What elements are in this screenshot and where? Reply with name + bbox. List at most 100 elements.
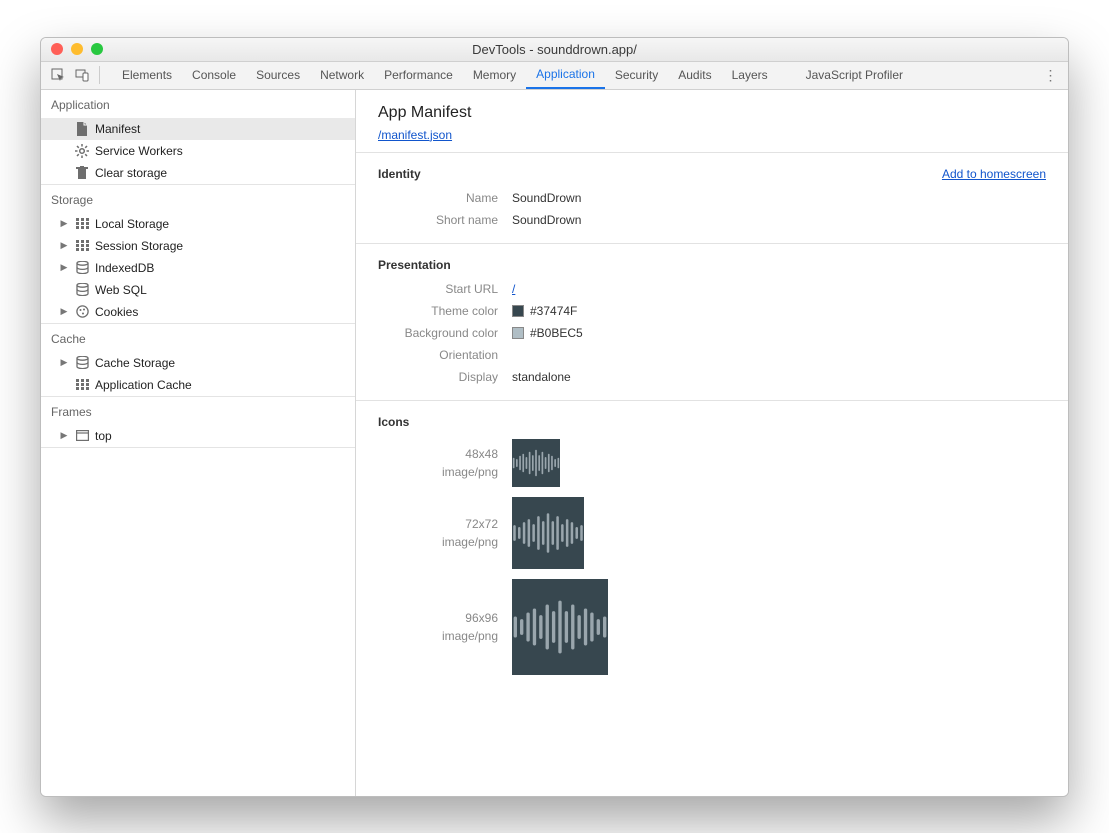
file-icon (75, 122, 89, 136)
icons-section: Icons 48x48image/png72x72image/png96x96i… (356, 400, 1068, 693)
display-value: standalone (512, 370, 571, 384)
icon-size: 72x72 (378, 515, 498, 533)
chevron-right-icon[interactable]: ▶ (59, 240, 69, 251)
manifest-icon-row: 48x48image/png (378, 439, 1046, 487)
sidebar-item-local-storage[interactable]: ▶ Local Storage (41, 213, 355, 235)
icon-meta: 96x96image/png (378, 609, 498, 645)
tab-security[interactable]: Security (605, 61, 668, 89)
bg-color-value: #B0BEC5 (530, 326, 583, 340)
theme-color-value: #37474F (530, 304, 577, 318)
gear-icon (75, 144, 89, 158)
sidebar-item-label: Session Storage (95, 239, 183, 253)
minimize-window-button[interactable] (71, 43, 83, 55)
app-icon-48 (512, 439, 560, 487)
starturl-value[interactable]: / (512, 282, 515, 296)
presentation-header: Presentation (378, 258, 451, 272)
chevron-right-icon[interactable]: ▶ (59, 306, 69, 317)
sidebar-item-label: Web SQL (95, 283, 147, 297)
db-icon (75, 283, 89, 297)
icon-size: 96x96 (378, 609, 498, 627)
sidebar-item-label: Manifest (95, 122, 140, 136)
icon-meta: 48x48image/png (378, 445, 498, 481)
devtools-toolbar: ElementsConsoleSourcesNetworkPerformance… (41, 62, 1068, 90)
titlebar: DevTools - sounddrown.app/ (41, 38, 1068, 62)
sidebar-section-cache: Cache (41, 324, 355, 352)
devtools-window: DevTools - sounddrown.app/ ElementsConso… (40, 37, 1069, 797)
trash-icon (75, 166, 89, 180)
theme-color-swatch (512, 305, 524, 317)
sidebar-item-top[interactable]: ▶top (41, 425, 355, 447)
sidebar-item-session-storage[interactable]: ▶ Session Storage (41, 235, 355, 257)
display-label: Display (378, 370, 498, 384)
name-value: SoundDrown (512, 191, 581, 205)
sidebar-item-label: Local Storage (95, 217, 169, 231)
sidebar-section-application: Application (41, 90, 355, 118)
bg-color-swatch (512, 327, 524, 339)
sidebar-item-cache-storage[interactable]: ▶ Cache Storage (41, 352, 355, 374)
inspect-element-icon[interactable] (47, 64, 69, 86)
page-title: App Manifest (378, 104, 1046, 122)
tab-sources[interactable]: Sources (246, 61, 310, 89)
grid-icon (75, 217, 89, 231)
tab-network[interactable]: Network (310, 61, 374, 89)
application-sidebar: Application▶Manifest▶Service Workers▶Cle… (41, 90, 356, 796)
db-icon (75, 356, 89, 370)
db-icon (75, 261, 89, 275)
tab-application[interactable]: Application (526, 61, 605, 89)
chevron-right-icon[interactable]: ▶ (59, 430, 69, 441)
icon-mime: image/png (378, 627, 498, 645)
chevron-right-icon[interactable]: ▶ (59, 357, 69, 368)
manifest-json-link[interactable]: /manifest.json (378, 128, 452, 142)
sidebar-item-indexeddb[interactable]: ▶ IndexedDB (41, 257, 355, 279)
identity-header: Identity (378, 167, 421, 181)
shortname-value: SoundDrown (512, 213, 581, 227)
sidebar-item-cookies[interactable]: ▶ Cookies (41, 301, 355, 323)
sidebar-item-label: Cache Storage (95, 356, 175, 370)
frame-icon (75, 429, 89, 443)
icon-mime: image/png (378, 463, 498, 481)
sidebar-item-application-cache[interactable]: ▶Application Cache (41, 374, 355, 396)
sidebar-item-label: IndexedDB (95, 261, 154, 275)
tab-audits[interactable]: Audits (668, 61, 721, 89)
toggle-device-icon[interactable] (71, 64, 93, 86)
close-window-button[interactable] (51, 43, 63, 55)
manifest-panel: App Manifest /manifest.json Identity Add… (356, 90, 1068, 796)
traffic-lights (41, 43, 103, 55)
shortname-label: Short name (378, 213, 498, 227)
sidebar-item-label: Cookies (95, 305, 138, 319)
icons-header: Icons (378, 415, 409, 429)
cookie-icon (75, 305, 89, 319)
icon-meta: 72x72image/png (378, 515, 498, 551)
manifest-icon-row: 72x72image/png (378, 497, 1046, 569)
maximize-window-button[interactable] (91, 43, 103, 55)
sidebar-item-label: Application Cache (95, 378, 192, 392)
manifest-header: App Manifest /manifest.json (356, 90, 1068, 152)
tab-performance[interactable]: Performance (374, 61, 463, 89)
app-icon-72 (512, 497, 584, 569)
grid-icon (75, 378, 89, 392)
chevron-right-icon[interactable]: ▶ (59, 218, 69, 229)
sidebar-section-storage: Storage (41, 185, 355, 213)
starturl-label: Start URL (378, 282, 498, 296)
sidebar-item-web-sql[interactable]: ▶Web SQL (41, 279, 355, 301)
sidebar-item-service-workers[interactable]: ▶Service Workers (41, 140, 355, 162)
tab-elements[interactable]: Elements (112, 61, 182, 89)
grid-icon (75, 239, 89, 253)
separator (99, 66, 100, 84)
theme-color-label: Theme color (378, 304, 498, 318)
tab-layers[interactable]: Layers (722, 61, 778, 89)
sidebar-item-manifest[interactable]: ▶Manifest (41, 118, 355, 140)
chevron-right-icon[interactable]: ▶ (59, 262, 69, 273)
sidebar-item-label: Clear storage (95, 166, 167, 180)
name-label: Name (378, 191, 498, 205)
add-to-homescreen-link[interactable]: Add to homescreen (942, 167, 1046, 181)
icon-mime: image/png (378, 533, 498, 551)
app-icon-96 (512, 579, 608, 675)
panel-tabs: ElementsConsoleSourcesNetworkPerformance… (112, 61, 913, 89)
icon-size: 48x48 (378, 445, 498, 463)
tab-console[interactable]: Console (182, 61, 246, 89)
tab-memory[interactable]: Memory (463, 61, 526, 89)
tab-javascript-profiler[interactable]: JavaScript Profiler (796, 61, 913, 89)
more-options-icon[interactable]: ⋮ (1040, 67, 1062, 84)
sidebar-item-clear-storage[interactable]: ▶Clear storage (41, 162, 355, 184)
